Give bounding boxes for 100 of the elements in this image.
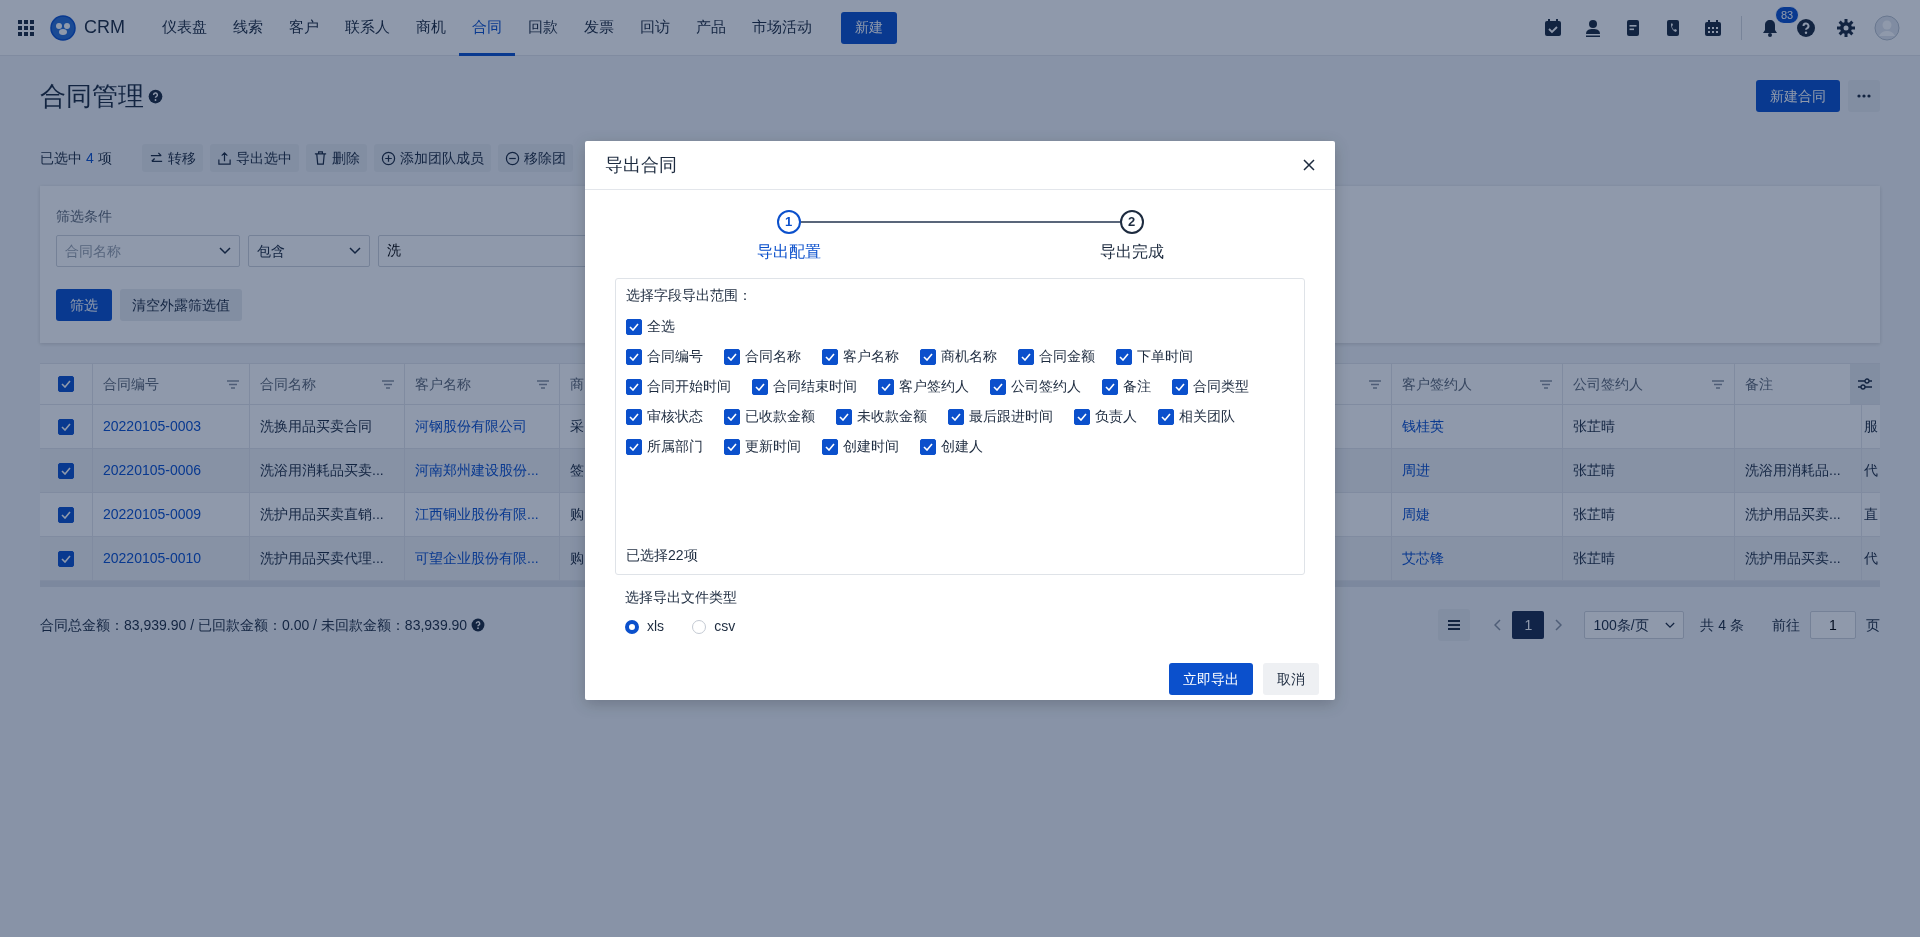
column-header[interactable]: 客户名称 — [415, 373, 471, 395]
nav-tab[interactable]: 仪表盘 — [149, 0, 220, 56]
column-header[interactable]: 合同名称 — [260, 373, 316, 395]
table-cell-text: 代 — [1864, 461, 1878, 480]
chevron-icon — [1665, 621, 1676, 629]
new-contract-button[interactable]: 新建合同 — [1756, 80, 1840, 112]
column-header[interactable]: 公司签约人 — [1573, 373, 1643, 395]
page-size-select[interactable]: 100条/页 — [1584, 611, 1685, 639]
field-checkbox[interactable] — [920, 348, 936, 365]
field-checkbox[interactable] — [878, 378, 894, 395]
table-cell-text: 洗换用品买卖合同 — [260, 417, 372, 436]
column-header[interactable]: 商 — [570, 373, 584, 395]
field-checkbox[interactable] — [836, 408, 852, 425]
clear-filter-button[interactable]: 清空外露筛选值 — [120, 289, 242, 321]
help-icon[interactable] — [148, 88, 163, 104]
close-icon[interactable] — [1303, 159, 1315, 171]
field-checkbox[interactable] — [920, 438, 936, 455]
field-checkbox[interactable] — [626, 378, 642, 395]
step-number: 2 — [1119, 210, 1144, 234]
field-checkbox[interactable] — [948, 408, 964, 425]
check-icon — [61, 510, 71, 519]
column-header[interactable]: 备注 — [1745, 373, 1773, 395]
amount-summary: 合同总金额：83,939.90 / 已回款金额：0.00 / 未回款金额：83,939.90 — [40, 615, 468, 635]
row-checkbox[interactable] — [58, 550, 74, 567]
selected-count: 已选择22项 — [626, 546, 699, 565]
table-link[interactable]: 20220105-0003 — [103, 416, 202, 437]
field-checkbox[interactable] — [990, 378, 1006, 395]
filter-button[interactable]: 筛选 — [56, 289, 112, 321]
nav-tab[interactable]: 回访 — [627, 0, 683, 56]
field-checkbox[interactable] — [626, 348, 642, 365]
field-checkbox[interactable] — [752, 378, 768, 395]
field-checkbox[interactable] — [1158, 408, 1174, 425]
field-checkbox[interactable] — [1172, 378, 1188, 395]
field-checkbox[interactable] — [626, 438, 642, 455]
row-checkbox[interactable] — [58, 418, 74, 435]
file-type-label: 选择导出文件类型 — [625, 588, 738, 607]
field-checkbox[interactable] — [1116, 348, 1132, 365]
row-checkbox[interactable] — [58, 506, 74, 523]
field-checkbox[interactable] — [626, 318, 642, 335]
field-checkbox[interactable] — [822, 348, 838, 365]
list-view-button[interactable] — [1438, 609, 1471, 641]
help-icon[interactable] — [471, 618, 486, 632]
toolbar-button[interactable]: 导出选中 — [209, 144, 299, 172]
field-checkbox[interactable] — [1074, 408, 1090, 425]
toolbar-button[interactable]: 添加团队成员 — [373, 144, 491, 172]
table-link[interactable]: 艾芯锋 — [1402, 548, 1444, 569]
page-input[interactable]: 1 — [1810, 611, 1856, 639]
page-suffix: 页 — [1866, 615, 1880, 635]
cancel-button[interactable]: 取消 — [1263, 663, 1319, 695]
field-checkbox[interactable] — [1102, 378, 1118, 395]
table-link[interactable]: 20220105-0009 — [103, 504, 202, 525]
nav-tab[interactable]: 产品 — [683, 0, 739, 56]
table-link[interactable]: 江西铜业股份有限... — [415, 504, 539, 525]
field-checkbox[interactable] — [724, 408, 740, 425]
table-link[interactable]: 可望企业股份有限... — [415, 548, 539, 569]
column-settings-button[interactable] — [1850, 364, 1880, 404]
nav-tab[interactable]: 回款 — [515, 0, 571, 56]
radio-button[interactable] — [625, 619, 639, 634]
operator-select[interactable]: 包含 — [248, 235, 370, 267]
table-link[interactable]: 周进 — [1402, 460, 1430, 481]
table-link[interactable]: 周婕 — [1402, 504, 1430, 525]
table-link[interactable]: 20220105-0006 — [103, 460, 202, 481]
table-link[interactable]: 20220105-0010 — [103, 548, 202, 569]
checkbox-label: 未收款金额 — [857, 407, 927, 426]
check-icon — [923, 352, 933, 361]
select-all-checkbox[interactable] — [58, 376, 74, 392]
nav-tab[interactable]: 联系人 — [332, 0, 403, 56]
page-button[interactable]: 1 — [1512, 611, 1545, 639]
field-checkbox[interactable] — [724, 438, 740, 455]
total-count: 共 4 条 — [1700, 615, 1744, 635]
table-link[interactable]: 钱桂英 — [1402, 416, 1444, 437]
field-checkbox[interactable] — [724, 348, 740, 365]
column-header[interactable]: 合同编号 — [103, 373, 159, 395]
checkbox-label: 备注 — [1123, 377, 1151, 396]
table-link[interactable]: 河南郑州建设股份... — [415, 460, 539, 481]
row-checkbox[interactable] — [58, 462, 74, 479]
nav-tab[interactable]: 市场活动 — [739, 0, 825, 56]
nav-tab[interactable]: 发票 — [571, 0, 627, 56]
toolbar-button[interactable]: 移除团 — [497, 144, 573, 172]
bell-icon[interactable] — [1762, 18, 1778, 37]
check-icon — [727, 442, 737, 451]
checkbox-label: 合同类型 — [1193, 377, 1249, 396]
toolbar-button[interactable]: 转移 — [141, 144, 203, 172]
nav-tab[interactable]: 客户 — [276, 0, 332, 56]
field-checkbox[interactable] — [626, 408, 642, 425]
check-icon — [629, 412, 639, 421]
checkbox-label: 客户签约人 — [899, 377, 969, 396]
export-button[interactable]: 立即导出 — [1169, 663, 1253, 695]
table-link[interactable]: 河钢股份有限公司 — [415, 416, 527, 437]
field-checkbox[interactable] — [1018, 348, 1034, 365]
nav-tab[interactable]: 合同 — [459, 0, 515, 56]
nav-tab[interactable]: 线索 — [220, 0, 276, 56]
chevron-icon — [349, 247, 361, 255]
field-checkbox[interactable] — [822, 438, 838, 455]
nav-tab[interactable]: 商机 — [403, 0, 459, 56]
new-button[interactable]: 新建 — [841, 11, 897, 44]
toolbar-button[interactable]: 删除 — [305, 144, 367, 172]
table-cell-text: 服 — [1864, 417, 1878, 436]
apps-grid-icon[interactable] — [18, 19, 34, 36]
column-header[interactable]: 客户签约人 — [1402, 373, 1472, 395]
